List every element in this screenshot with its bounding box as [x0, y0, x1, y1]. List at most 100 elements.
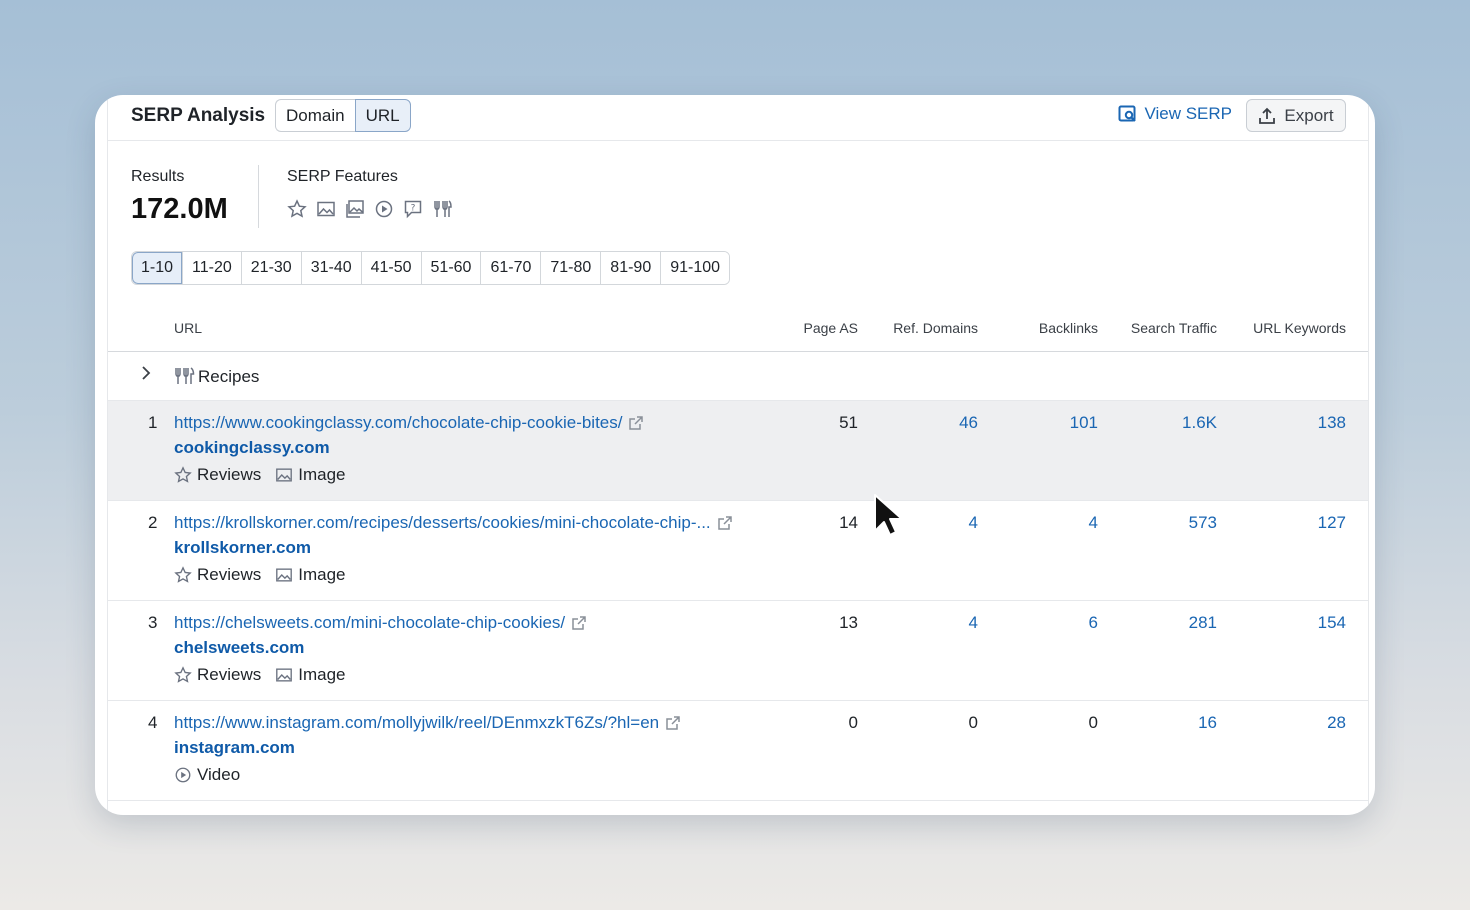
row-number: 4	[148, 713, 158, 732]
external-link-icon[interactable]	[571, 615, 587, 631]
external-link-icon[interactable]	[628, 415, 644, 431]
serp-features-icons: ?	[287, 199, 452, 219]
toggle-domain[interactable]: Domain	[275, 99, 355, 132]
result-domain[interactable]: instagram.com	[174, 738, 295, 758]
feature-reviews: Reviews	[174, 465, 261, 485]
page-91-100[interactable]: 91-100	[661, 252, 730, 284]
export-icon	[1258, 107, 1276, 125]
result-url-link[interactable]: https://www.instagram.com/mollyjwilk/ree…	[174, 713, 681, 733]
view-toggle: Domain URL	[275, 99, 411, 132]
ref-domains-value: 0	[968, 713, 978, 732]
result-url-link[interactable]: https://krollskorner.com/recipes/dessert…	[174, 513, 733, 533]
feature-label: Image	[298, 665, 346, 684]
row-number: 3	[148, 613, 158, 632]
result-url-text[interactable]: https://www.cookingclassy.com/chocolate-…	[174, 413, 622, 433]
view-serp-link[interactable]: View SERP	[1118, 104, 1232, 124]
result-url-text[interactable]: https://www.instagram.com/mollyjwilk/ree…	[174, 713, 659, 733]
feature-reviews: Reviews	[174, 665, 261, 685]
column-header-backlinks[interactable]: Backlinks	[1039, 320, 1098, 336]
summary-divider	[258, 165, 259, 228]
image-pack-icon[interactable]	[345, 199, 365, 219]
serp-analysis-card: SERP Analysis Domain URL View SERP Expor…	[95, 95, 1375, 815]
image-icon	[275, 666, 293, 684]
page-81-90[interactable]: 81-90	[601, 252, 662, 284]
search-traffic-value[interactable]: 573	[1189, 513, 1217, 533]
svg-text:?: ?	[411, 204, 416, 214]
page-31-40[interactable]: 31-40	[301, 252, 362, 284]
chevron-right-icon[interactable]	[140, 365, 152, 381]
url-keywords-value[interactable]: 28	[1327, 713, 1346, 733]
result-domain[interactable]: cookingclassy.com	[174, 438, 330, 458]
group-label: Recipes	[198, 367, 260, 386]
feature-label: Reviews	[197, 665, 262, 684]
video-icon[interactable]	[374, 199, 394, 219]
serp-analysis-panel: SERP Analysis Domain URL View SERP Expor…	[107, 95, 1369, 815]
export-button[interactable]: Export	[1246, 99, 1346, 132]
page-51-60[interactable]: 51-60	[421, 252, 482, 284]
star-icon	[174, 666, 192, 684]
result-url-link[interactable]: https://chelsweets.com/mini-chocolate-ch…	[174, 613, 587, 633]
row-number: 2	[148, 513, 158, 532]
external-link-icon[interactable]	[717, 515, 733, 531]
star-icon[interactable]	[287, 199, 307, 219]
image-icon[interactable]	[316, 199, 336, 219]
page-11-20[interactable]: 11-20	[183, 252, 242, 284]
table-row[interactable]: 4 https://www.instagram.com/mollyjwilk/r…	[108, 701, 1368, 801]
results-value: 172.0M	[131, 193, 228, 225]
url-keywords-value[interactable]: 154	[1318, 613, 1346, 633]
url-keywords-value[interactable]: 138	[1318, 413, 1346, 433]
star-icon	[174, 566, 192, 584]
page-21-30[interactable]: 21-30	[241, 252, 302, 284]
url-keywords-value[interactable]: 127	[1318, 513, 1346, 533]
page-as-value: 14	[839, 513, 858, 532]
page-41-50[interactable]: 41-50	[361, 252, 422, 284]
page-as-value: 0	[848, 713, 858, 732]
faq-icon[interactable]: ?	[403, 199, 423, 219]
external-link-icon[interactable]	[665, 715, 681, 731]
backlinks-value[interactable]: 4	[1089, 513, 1098, 533]
feature-video: Video	[174, 765, 240, 785]
feature-label: Reviews	[197, 565, 262, 584]
ref-domains-value[interactable]: 4	[969, 513, 978, 533]
feature-image: Image	[275, 665, 346, 685]
result-url-text[interactable]: https://krollskorner.com/recipes/dessert…	[174, 513, 711, 533]
column-header-url-keywords[interactable]: URL Keywords	[1253, 320, 1346, 336]
search-traffic-value[interactable]: 1.6K	[1182, 413, 1217, 433]
page-1-10[interactable]: 1-10	[132, 252, 184, 284]
page-as-value: 51	[839, 413, 858, 432]
result-domain[interactable]: krollskorner.com	[174, 538, 311, 558]
result-url-link[interactable]: https://www.cookingclassy.com/chocolate-…	[174, 413, 644, 433]
mouse-cursor-icon	[873, 493, 901, 537]
column-header-search-traffic[interactable]: Search Traffic	[1131, 320, 1217, 336]
result-domain[interactable]: chelsweets.com	[174, 638, 304, 658]
result-features: Reviews Image	[174, 665, 346, 685]
view-serp-icon	[1118, 105, 1138, 123]
feature-reviews: Reviews	[174, 565, 261, 585]
recipes-icon[interactable]	[432, 199, 452, 219]
result-features: Reviews Image	[174, 465, 346, 485]
results-pagination: 1-10 11-20 21-30 31-40 41-50 51-60 61-70…	[131, 251, 731, 285]
table-row[interactable]: 1 https://www.cookingclassy.com/chocolat…	[108, 401, 1368, 501]
page-61-70[interactable]: 61-70	[481, 252, 542, 284]
search-traffic-value[interactable]: 16	[1198, 713, 1217, 733]
group-row-recipes[interactable]: Recipes	[108, 352, 1368, 401]
ref-domains-value[interactable]: 4	[969, 613, 978, 633]
table-row[interactable]: 2 https://krollskorner.com/recipes/desse…	[108, 501, 1368, 601]
toggle-url[interactable]: URL	[354, 99, 411, 132]
table-row[interactable]: 3 https://chelsweets.com/mini-chocolate-…	[108, 601, 1368, 701]
view-serp-label: View SERP	[1144, 104, 1232, 123]
search-traffic-value[interactable]: 281	[1189, 613, 1217, 633]
ref-domains-value[interactable]: 46	[959, 413, 978, 433]
column-header-ref-domains[interactable]: Ref. Domains	[893, 320, 978, 336]
result-url-text[interactable]: https://chelsweets.com/mini-chocolate-ch…	[174, 613, 565, 633]
result-features: Video	[174, 765, 240, 785]
backlinks-value[interactable]: 101	[1070, 413, 1098, 433]
column-header-page-as[interactable]: Page AS	[804, 320, 859, 336]
backlinks-value[interactable]: 6	[1089, 613, 1098, 633]
feature-label: Image	[298, 465, 346, 484]
feature-label: Reviews	[197, 465, 262, 484]
feature-label: Image	[298, 565, 346, 584]
column-header-url[interactable]: URL	[174, 320, 202, 336]
video-icon	[174, 766, 192, 784]
page-71-80[interactable]: 71-80	[541, 252, 602, 284]
